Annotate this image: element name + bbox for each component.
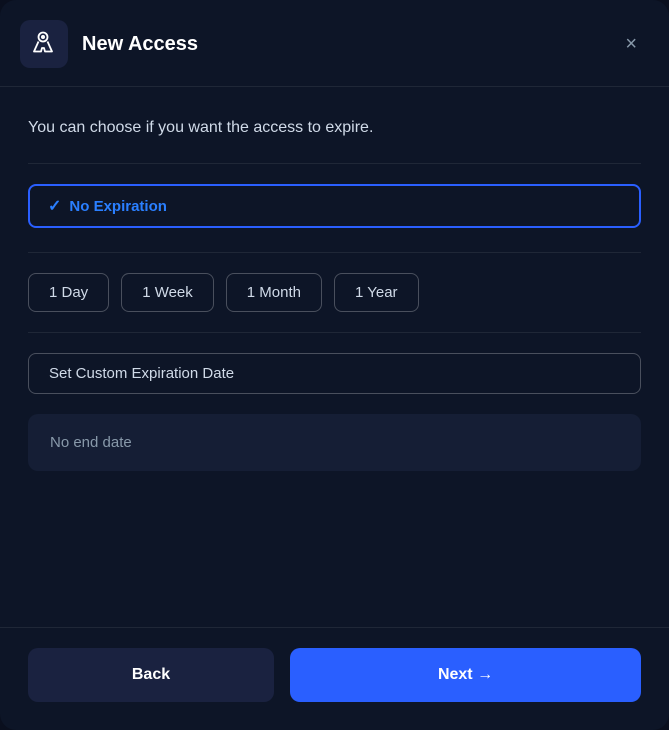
description-text: You can choose if you want the access to… [28, 117, 641, 139]
duration-row: 1 Day 1 Week 1 Month 1 Year [28, 273, 641, 312]
divider-1 [28, 163, 641, 164]
header-left: New Access [20, 20, 198, 68]
checkmark-icon: ✓ [48, 196, 61, 216]
back-button[interactable]: Back [28, 648, 274, 702]
date-display-text: No end date [50, 434, 132, 451]
modal-header: New Access × [0, 0, 669, 87]
modal-body: You can choose if you want the access to… [0, 87, 669, 627]
key-icon-wrapper [20, 20, 68, 68]
date-display: No end date [28, 414, 641, 471]
duration-1-week[interactable]: 1 Week [121, 273, 214, 312]
duration-1-month[interactable]: 1 Month [226, 273, 322, 312]
modal-container: New Access × You can choose if you want … [0, 0, 669, 730]
no-expiration-label: No Expiration [69, 198, 167, 215]
divider-3 [28, 332, 641, 333]
modal-footer: Back Next → [0, 627, 669, 730]
next-button[interactable]: Next → [290, 648, 641, 702]
no-expiration-button[interactable]: ✓ No Expiration [28, 184, 641, 228]
custom-date-label: Set Custom Expiration Date [49, 365, 234, 382]
modal-title: New Access [82, 33, 198, 56]
custom-date-button[interactable]: Set Custom Expiration Date [28, 353, 641, 394]
close-button[interactable]: × [621, 30, 641, 58]
duration-1-year[interactable]: 1 Year [334, 273, 419, 312]
key-icon [32, 30, 56, 59]
divider-2 [28, 252, 641, 253]
duration-1-day[interactable]: 1 Day [28, 273, 109, 312]
